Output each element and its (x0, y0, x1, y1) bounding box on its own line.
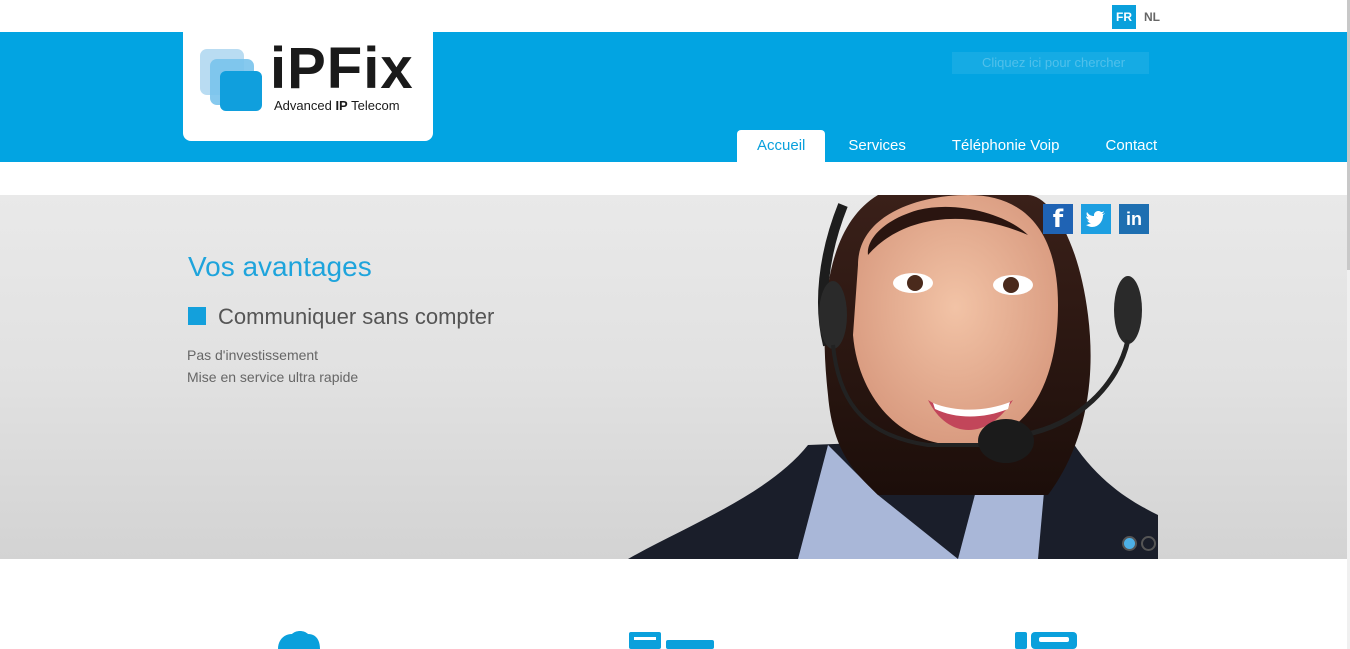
slider-dot-1[interactable] (1122, 536, 1137, 551)
lang-fr[interactable]: FR (1112, 5, 1136, 29)
slider-pagination (1122, 536, 1156, 551)
hero-slider: Vos avantages Communiquer sans compter P… (0, 195, 1347, 559)
slider-dot-2[interactable] (1141, 536, 1156, 551)
cloud-icon (278, 631, 320, 649)
logo-tagline: Advanced IP Telecom (274, 98, 400, 113)
main-nav: Accueil Services Téléphonie Voip Contact (737, 130, 1180, 162)
hero-title: Vos avantages (188, 251, 372, 282)
facebook-icon[interactable]: f (1043, 204, 1073, 234)
hero-line: Pas d'investissement (187, 347, 319, 363)
twitter-icon[interactable] (1081, 204, 1111, 234)
language-switcher: FR NL (1112, 5, 1164, 29)
linkedin-icon[interactable]: in (1119, 204, 1149, 234)
search-field[interactable]: Cliquez ici pour chercher (952, 52, 1149, 74)
operator-photo (628, 195, 1158, 559)
logo[interactable]: iPFix Advanced IP Telecom (183, 32, 433, 141)
hero-line: Mise en service ultra rapide (187, 369, 359, 385)
nav-item-accueil[interactable]: Accueil (737, 130, 826, 162)
nav-item-services[interactable]: Services (825, 130, 929, 162)
social-links: f in (1043, 204, 1149, 234)
logo-name: iPFix (270, 36, 414, 101)
twitter-bird-icon (1086, 211, 1105, 227)
logo-mark-icon (200, 49, 262, 111)
hero-subtitle: Communiquer sans compter (218, 304, 495, 329)
ip-phone-icon (1015, 632, 1077, 649)
lang-nl[interactable]: NL (1140, 5, 1164, 29)
nav-item-telephonie-voip[interactable]: Téléphonie Voip (929, 130, 1083, 162)
bullet-square-icon (188, 307, 206, 325)
devices-icon (629, 632, 714, 649)
nav-item-contact[interactable]: Contact (1082, 130, 1180, 162)
